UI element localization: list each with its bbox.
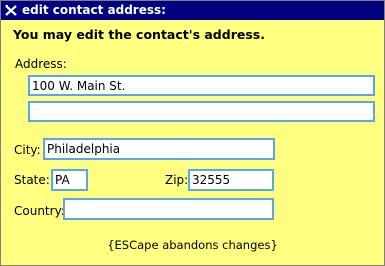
escape-hint: {ESCape abandons changes}	[107, 238, 278, 252]
form-heading: You may edit the contact's address.	[13, 27, 265, 42]
edit-contact-dialog: edit contact address: You may edit the c…	[0, 0, 385, 266]
address-label: Address:	[15, 57, 67, 71]
state-label: State:	[14, 173, 50, 187]
zip-label: Zip:	[165, 173, 189, 187]
country-label: Country:	[14, 204, 65, 218]
city-label: City:	[14, 143, 41, 157]
window-title: edit contact address:	[22, 3, 166, 17]
country-field[interactable]	[63, 198, 274, 220]
state-field[interactable]	[51, 169, 88, 191]
close-x-icon[interactable]	[4, 4, 18, 17]
city-field[interactable]	[43, 138, 275, 160]
zip-field[interactable]	[188, 169, 274, 191]
address-line1-field[interactable]	[28, 75, 375, 96]
title-bar[interactable]: edit contact address:	[1, 1, 384, 20]
address-line2-field[interactable]	[28, 101, 375, 122]
